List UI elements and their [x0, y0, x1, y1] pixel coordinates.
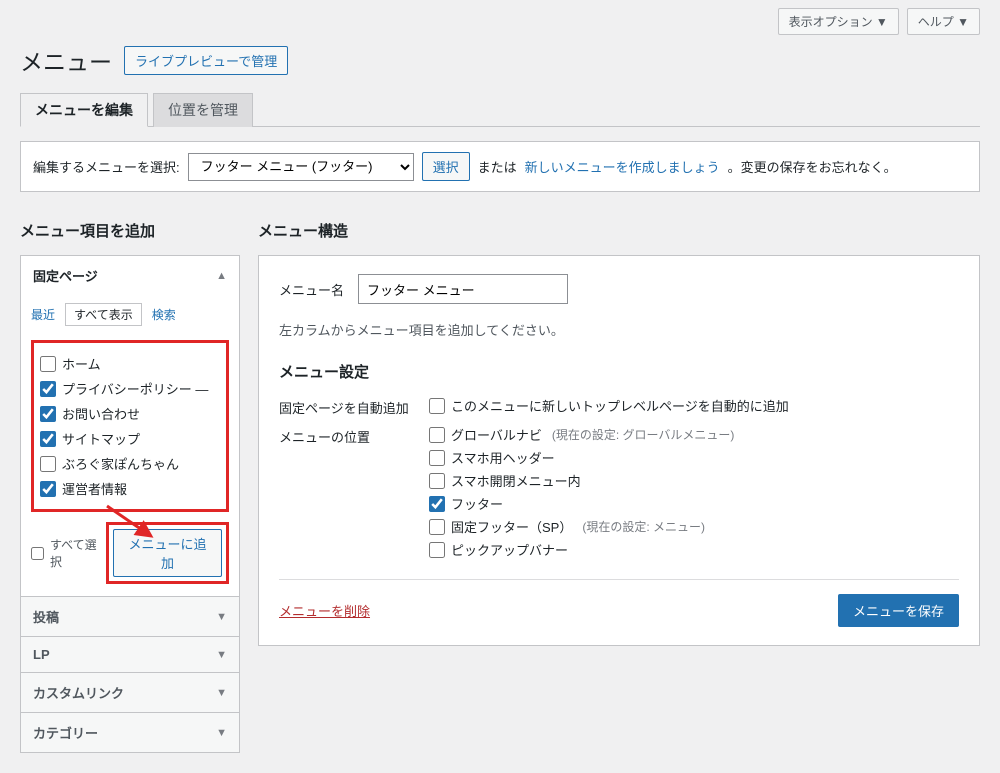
- location-checkbox[interactable]: [429, 473, 445, 489]
- menu-structure-frame: メニュー名 左カラムからメニュー項目を追加してください。 メニュー設定 固定ペー…: [258, 255, 980, 646]
- panel-lp-title: LP: [33, 647, 50, 662]
- menu-selector-bar: 編集するメニューを選択: フッター メニュー (フッター) 選択 または 新しい…: [20, 141, 980, 192]
- panel-pages-body: 最近 すべて表示 検索 ホームプライバシーポリシー — お問い合わせサイトマップぶ…: [21, 295, 239, 596]
- panel-posts-head[interactable]: 投稿 ▼: [21, 596, 239, 636]
- page-item-checkbox[interactable]: [40, 456, 56, 472]
- page-item[interactable]: サイトマップ: [40, 426, 220, 451]
- auto-add-option[interactable]: このメニューに新しいトップレベルページを自動的に追加: [429, 396, 959, 415]
- inner-tab-search[interactable]: 検索: [152, 306, 176, 323]
- location-option[interactable]: グローバルナビ (現在の設定: グローバルメニュー): [429, 425, 959, 444]
- accordion: 固定ページ ▲ 最近 すべて表示 検索 ホームプライバシーポリシー — お問い合わ…: [20, 255, 240, 753]
- page-item[interactable]: プライバシーポリシー —: [40, 376, 220, 401]
- location-option[interactable]: ピックアップバナー: [429, 540, 959, 559]
- select-suffix-text: 。変更の保存をお忘れなく。: [728, 157, 897, 176]
- delete-menu-link[interactable]: メニューを削除: [279, 601, 370, 620]
- page-title: メニュー: [20, 43, 112, 77]
- page-item-label: お問い合わせ: [62, 404, 140, 423]
- location-checkbox[interactable]: [429, 450, 445, 466]
- page-item-checkbox[interactable]: [40, 431, 56, 447]
- panel-pages-title: 固定ページ: [33, 266, 98, 285]
- auto-add-text: このメニューに新しいトップレベルページを自動的に追加: [451, 396, 789, 415]
- page-item-label: ぶろぐ家ぽんちゃん: [62, 454, 179, 473]
- menu-structure-heading: メニュー構造: [258, 220, 980, 241]
- page-item[interactable]: お問い合わせ: [40, 401, 220, 426]
- tab-manage-locations[interactable]: 位置を管理: [153, 93, 253, 127]
- select-all-label[interactable]: すべて選択: [31, 536, 106, 570]
- caret-down-icon: ▼: [216, 649, 227, 661]
- add-items-heading: メニュー項目を追加: [20, 220, 240, 241]
- create-menu-link[interactable]: 新しいメニューを作成しましょう: [525, 157, 720, 176]
- highlight-box-items: ホームプライバシーポリシー — お問い合わせサイトマップぶろぐ家ぽんちゃん運営者情…: [31, 340, 229, 512]
- location-label: フッター: [451, 494, 503, 513]
- location-label: スマホ開閉メニュー内: [451, 471, 581, 490]
- inner-tab-recent[interactable]: 最近: [31, 306, 55, 323]
- location-checkbox[interactable]: [429, 519, 445, 535]
- nav-tabs: メニューを編集 位置を管理: [20, 93, 980, 127]
- caret-down-icon: ▼: [216, 687, 227, 699]
- menu-locations-label: メニューの位置: [279, 425, 429, 559]
- select-menu-button[interactable]: 選択: [422, 152, 470, 181]
- screen-options-button[interactable]: 表示オプション ▼: [778, 8, 899, 35]
- highlight-box-add-btn: メニューに追加: [106, 522, 229, 584]
- page-item[interactable]: ホーム: [40, 351, 220, 376]
- location-label: スマホ用ヘッダー: [451, 448, 555, 467]
- location-option[interactable]: フッター: [429, 494, 959, 513]
- location-checkbox[interactable]: [429, 427, 445, 443]
- live-preview-button[interactable]: ライブプレビューで管理: [124, 46, 288, 75]
- location-label: 固定フッター（SP）: [451, 517, 572, 536]
- tab-edit-menu[interactable]: メニューを編集: [20, 93, 148, 127]
- page-item[interactable]: ぶろぐ家ぽんちゃん: [40, 451, 220, 476]
- save-menu-button[interactable]: メニューを保存: [838, 594, 959, 627]
- location-checkbox[interactable]: [429, 542, 445, 558]
- empty-menu-hint: 左カラムからメニュー項目を追加してください。: [279, 320, 959, 339]
- caret-down-icon: ▼: [216, 727, 227, 739]
- page-item-checkbox[interactable]: [40, 381, 56, 397]
- panel-custom-link-head[interactable]: カスタムリンク ▼: [21, 672, 239, 712]
- panel-posts-title: 投稿: [33, 607, 59, 626]
- page-item-checkbox[interactable]: [40, 406, 56, 422]
- add-to-menu-button[interactable]: メニューに追加: [113, 529, 222, 577]
- location-option[interactable]: スマホ用ヘッダー: [429, 448, 959, 467]
- menu-name-label: メニュー名: [279, 280, 344, 299]
- caret-down-icon: ▼: [216, 611, 227, 623]
- panel-custom-link-title: カスタムリンク: [33, 683, 124, 702]
- menu-select-label: 編集するメニューを選択:: [33, 157, 180, 176]
- page-item[interactable]: 運営者情報: [40, 476, 220, 501]
- panel-pages-head[interactable]: 固定ページ ▲: [21, 256, 239, 295]
- select-all-text: すべて選択: [50, 536, 106, 570]
- select-all-checkbox[interactable]: [31, 547, 44, 560]
- select-or-text: または: [478, 157, 517, 176]
- page-item-label: ホーム: [62, 354, 101, 373]
- menu-name-input[interactable]: [358, 274, 568, 304]
- page-item-label: プライバシーポリシー —: [62, 379, 208, 398]
- location-option[interactable]: 固定フッター（SP） (現在の設定: メニュー): [429, 517, 959, 536]
- page-item-checkbox[interactable]: [40, 481, 56, 497]
- inner-tab-all[interactable]: すべて表示: [65, 303, 142, 326]
- caret-up-icon: ▲: [216, 270, 227, 282]
- page-item-checkbox[interactable]: [40, 356, 56, 372]
- location-option[interactable]: スマホ開閉メニュー内: [429, 471, 959, 490]
- auto-add-checkbox[interactable]: [429, 398, 445, 414]
- location-note: (現在の設定: グローバルメニュー): [552, 426, 735, 443]
- menu-select[interactable]: フッター メニュー (フッター): [188, 153, 414, 181]
- panel-category-head[interactable]: カテゴリー ▼: [21, 712, 239, 752]
- location-checkbox[interactable]: [429, 496, 445, 512]
- menu-settings-heading: メニュー設定: [279, 361, 959, 382]
- location-label: ピックアップバナー: [451, 540, 568, 559]
- help-button[interactable]: ヘルプ ▼: [907, 8, 980, 35]
- page-item-label: 運営者情報: [62, 479, 127, 498]
- panel-lp-head[interactable]: LP ▼: [21, 636, 239, 672]
- panel-category-title: カテゴリー: [33, 723, 98, 742]
- auto-add-label: 固定ページを自動追加: [279, 396, 429, 417]
- page-item-label: サイトマップ: [62, 429, 140, 448]
- location-label: グローバルナビ: [451, 425, 542, 444]
- location-note: (現在の設定: メニュー): [582, 518, 705, 535]
